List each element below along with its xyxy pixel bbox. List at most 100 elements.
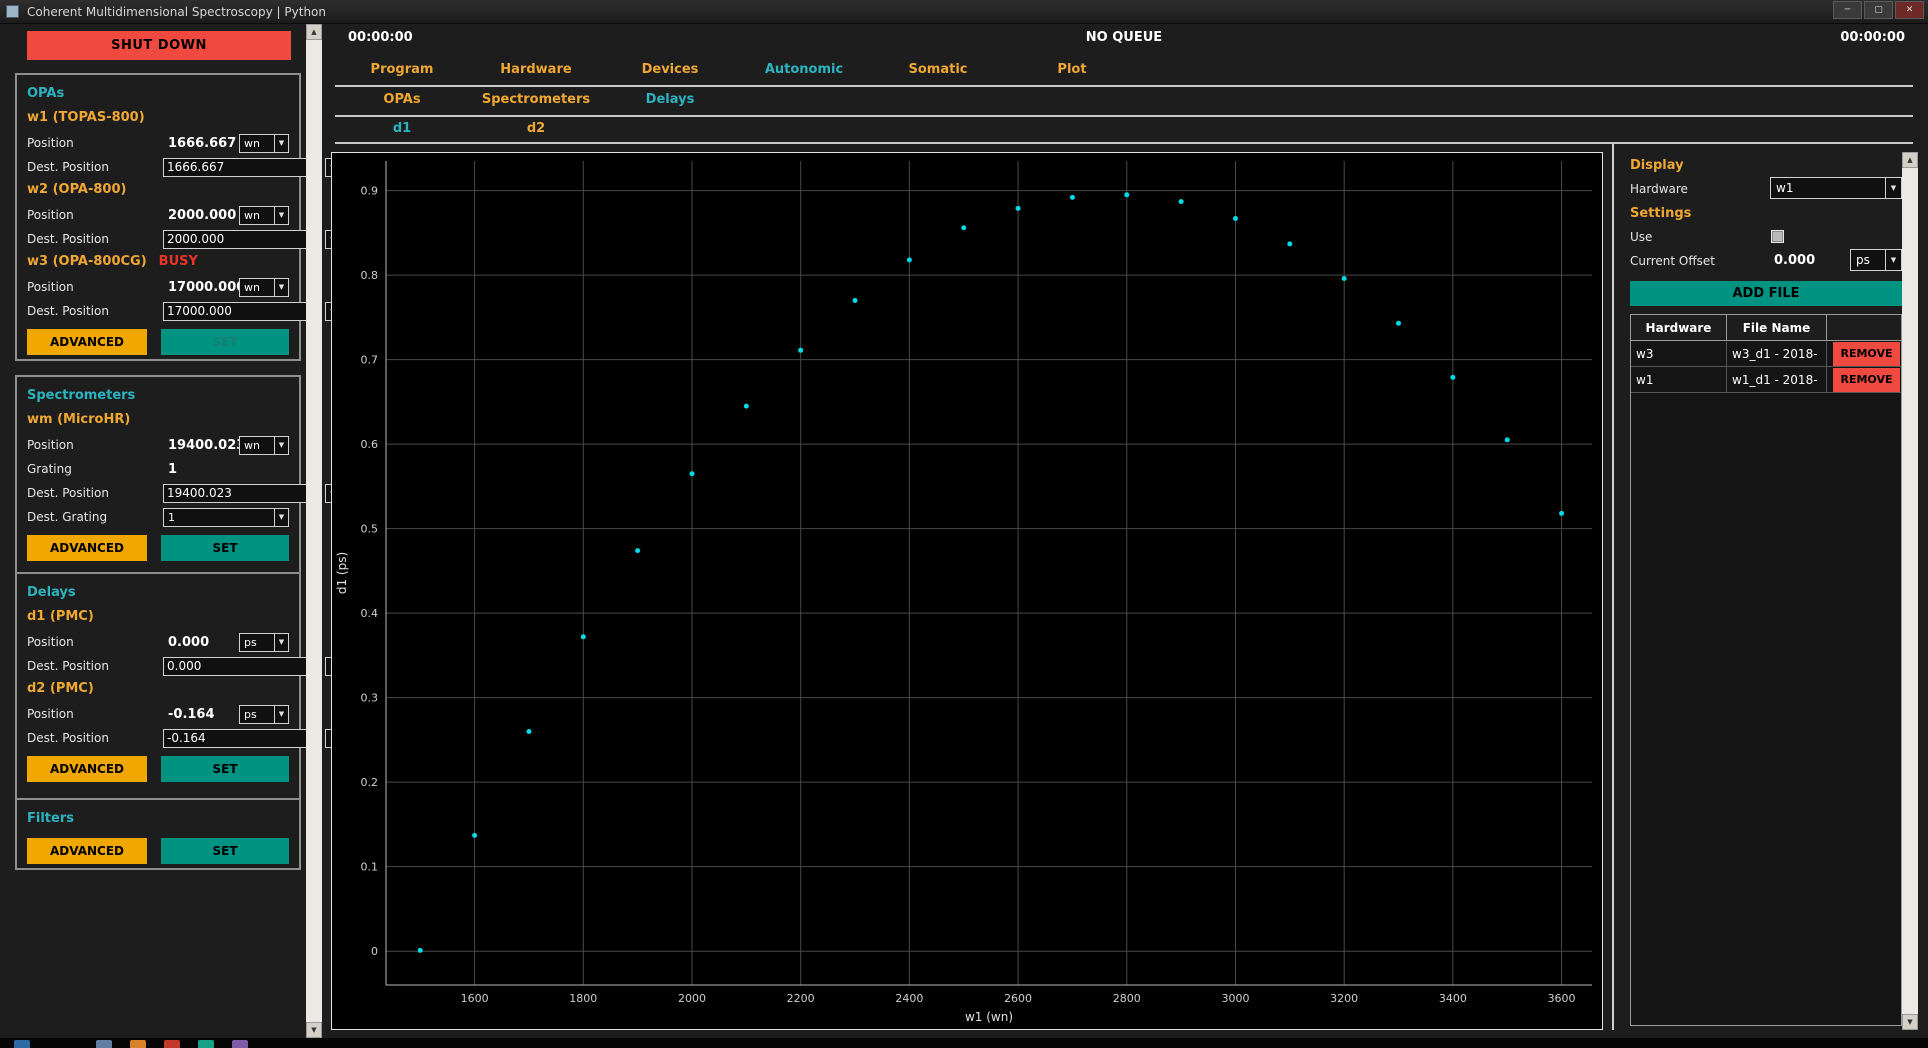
- filters-group: Filters ADVANCED SET: [15, 798, 301, 870]
- taskbar-app-icon[interactable]: [232, 1040, 248, 1048]
- status-bar: 00:00:00 NO QUEUE 00:00:00: [335, 30, 1913, 52]
- d1-dest-input[interactable]: [163, 657, 321, 676]
- opas-advanced-button[interactable]: ADVANCED: [27, 329, 147, 355]
- file-table-row: w3 w3_d1 - 2018- REMOVE: [1631, 341, 1901, 367]
- nav-divider-1: [335, 85, 1913, 87]
- tab-autonomic[interactable]: Autonomic: [737, 62, 871, 82]
- d1-dest-row: Dest. Position ps▼: [17, 654, 299, 678]
- app-window: Coherent Multidimensional Spectroscopy |…: [0, 0, 1928, 1048]
- filters-advanced-button[interactable]: ADVANCED: [27, 838, 147, 864]
- d1-position-unit-dropdown[interactable]: ps▼: [239, 633, 289, 652]
- d2-position-row: Position -0.164 ps▼: [17, 702, 299, 726]
- nav-row-autonomic: OPAs Spectrometers Delays: [335, 92, 1913, 112]
- tab-opas[interactable]: OPAs: [335, 92, 469, 112]
- spectrometers-group-header: Spectrometers: [17, 385, 299, 409]
- tab-somatic[interactable]: Somatic: [871, 62, 1005, 82]
- svg-text:2800: 2800: [1113, 992, 1141, 1005]
- w1-dest-input[interactable]: [163, 158, 321, 177]
- d2-position-value: -0.164: [163, 707, 239, 722]
- taskbar-app-icon[interactable]: [96, 1040, 112, 1048]
- display-panel-scrollbar[interactable]: ▲ ▼: [1902, 152, 1918, 1030]
- wm-dest-grating-dropdown[interactable]: 1▼: [163, 508, 289, 527]
- svg-text:0.9: 0.9: [361, 185, 379, 198]
- chevron-down-icon: ▼: [274, 207, 288, 224]
- w1-position-unit-dropdown[interactable]: wn▼: [239, 134, 289, 153]
- device-header-w1: w1 (TOPAS-800): [17, 107, 299, 131]
- filters-group-header: Filters: [17, 808, 299, 832]
- w1-dest-row: Dest. Position wn▼: [17, 155, 299, 179]
- queue-status: NO QUEUE: [335, 30, 1913, 45]
- offset-unit-dropdown[interactable]: ps ▼: [1850, 249, 1902, 271]
- chevron-down-icon: ▼: [274, 279, 288, 296]
- current-offset-label: Current Offset: [1630, 254, 1715, 268]
- sidebar-scrollbar[interactable]: ▲ ▼: [306, 24, 322, 1038]
- wm-position-unit-dropdown[interactable]: wn▼: [239, 436, 289, 455]
- start-button[interactable]: [14, 1040, 30, 1048]
- tab-plot[interactable]: Plot: [1005, 62, 1139, 82]
- delays-advanced-button[interactable]: ADVANCED: [27, 756, 147, 782]
- w1-position-value: 1666.667: [163, 136, 239, 151]
- wm-dest-position-input[interactable]: [163, 484, 321, 503]
- scroll-down-icon[interactable]: ▼: [1902, 1014, 1918, 1030]
- minimize-icon: ─: [1845, 5, 1850, 15]
- spectrometers-set-button[interactable]: SET: [161, 535, 289, 561]
- svg-text:3000: 3000: [1221, 992, 1249, 1005]
- display-header: Display: [1630, 158, 1684, 173]
- shutdown-button[interactable]: SHUT DOWN: [27, 31, 291, 60]
- hardware-dropdown[interactable]: w1 ▼: [1770, 177, 1902, 199]
- opas-group-header: OPAs: [17, 83, 299, 107]
- device-header-d2: d2 (PMC): [17, 678, 299, 702]
- w3-dest-input[interactable]: [163, 302, 321, 321]
- tab-devices[interactable]: Devices: [603, 62, 737, 82]
- tab-hardware[interactable]: Hardware: [469, 62, 603, 82]
- delays-set-button[interactable]: SET: [161, 756, 289, 782]
- remove-file-button[interactable]: REMOVE: [1833, 342, 1900, 366]
- tab-program[interactable]: Program: [335, 62, 469, 82]
- minimize-button[interactable]: ─: [1833, 1, 1862, 19]
- close-button[interactable]: ✕: [1895, 1, 1924, 19]
- maximize-button[interactable]: ▢: [1864, 1, 1893, 19]
- svg-text:w1 (wn): w1 (wn): [965, 1010, 1013, 1024]
- scatter-chart: 00.10.20.30.40.50.60.70.80.9160018002000…: [332, 153, 1602, 1029]
- file-table-row: w1 w1_d1 - 2018- REMOVE: [1631, 367, 1901, 393]
- d2-position-unit-dropdown[interactable]: ps▼: [239, 705, 289, 724]
- delay-correction-plot[interactable]: 00.10.20.30.40.50.60.70.80.9160018002000…: [331, 152, 1603, 1030]
- svg-text:2200: 2200: [787, 992, 815, 1005]
- scroll-up-icon[interactable]: ▲: [306, 24, 322, 40]
- w2-position-unit-dropdown[interactable]: wn▼: [239, 206, 289, 225]
- spectrometers-advanced-button[interactable]: ADVANCED: [27, 535, 147, 561]
- chevron-down-icon: ▼: [274, 509, 288, 526]
- d2-dest-row: Dest. Position ps▼: [17, 726, 299, 750]
- add-file-button[interactable]: ADD FILE: [1630, 281, 1902, 306]
- display-panel: Display Hardware w1 ▼ Settings Use Curre…: [1612, 144, 1902, 1030]
- scroll-down-icon[interactable]: ▼: [306, 1022, 322, 1038]
- svg-text:0.1: 0.1: [361, 861, 379, 874]
- taskbar-app-icon[interactable]: [198, 1040, 214, 1048]
- use-label: Use: [1630, 230, 1652, 244]
- window-title: Coherent Multidimensional Spectroscopy |…: [27, 5, 326, 19]
- w2-dest-input[interactable]: [163, 230, 321, 249]
- device-header-wm: wm (MicroHR): [17, 409, 299, 433]
- tab-d2[interactable]: d2: [469, 121, 603, 141]
- w3-position-unit-dropdown[interactable]: wn▼: [239, 278, 289, 297]
- taskbar[interactable]: [0, 1038, 1928, 1048]
- chevron-down-icon: ▼: [1885, 250, 1901, 270]
- svg-text:3400: 3400: [1439, 992, 1467, 1005]
- file-hardware: w3: [1631, 341, 1727, 366]
- svg-text:2600: 2600: [1004, 992, 1032, 1005]
- nav-row-main: Program Hardware Devices Autonomic Somat…: [335, 62, 1913, 82]
- w3-dest-row: Dest. Position wn▼: [17, 299, 299, 323]
- taskbar-app-icon[interactable]: [130, 1040, 146, 1048]
- remove-file-button[interactable]: REMOVE: [1833, 368, 1900, 392]
- use-checkbox[interactable]: [1771, 230, 1784, 243]
- tab-spectrometers[interactable]: Spectrometers: [469, 92, 603, 112]
- opas-set-button[interactable]: SET: [161, 329, 289, 355]
- filters-set-button[interactable]: SET: [161, 838, 289, 864]
- d2-dest-input[interactable]: [163, 729, 321, 748]
- taskbar-app-icon[interactable]: [164, 1040, 180, 1048]
- delays-group: Delays d1 (PMC) Position 0.000 ps▼ Dest.…: [15, 572, 301, 810]
- close-icon: ✕: [1906, 5, 1914, 15]
- tab-d1[interactable]: d1: [335, 121, 469, 141]
- tab-delays[interactable]: Delays: [603, 92, 737, 112]
- scroll-up-icon[interactable]: ▲: [1902, 152, 1918, 168]
